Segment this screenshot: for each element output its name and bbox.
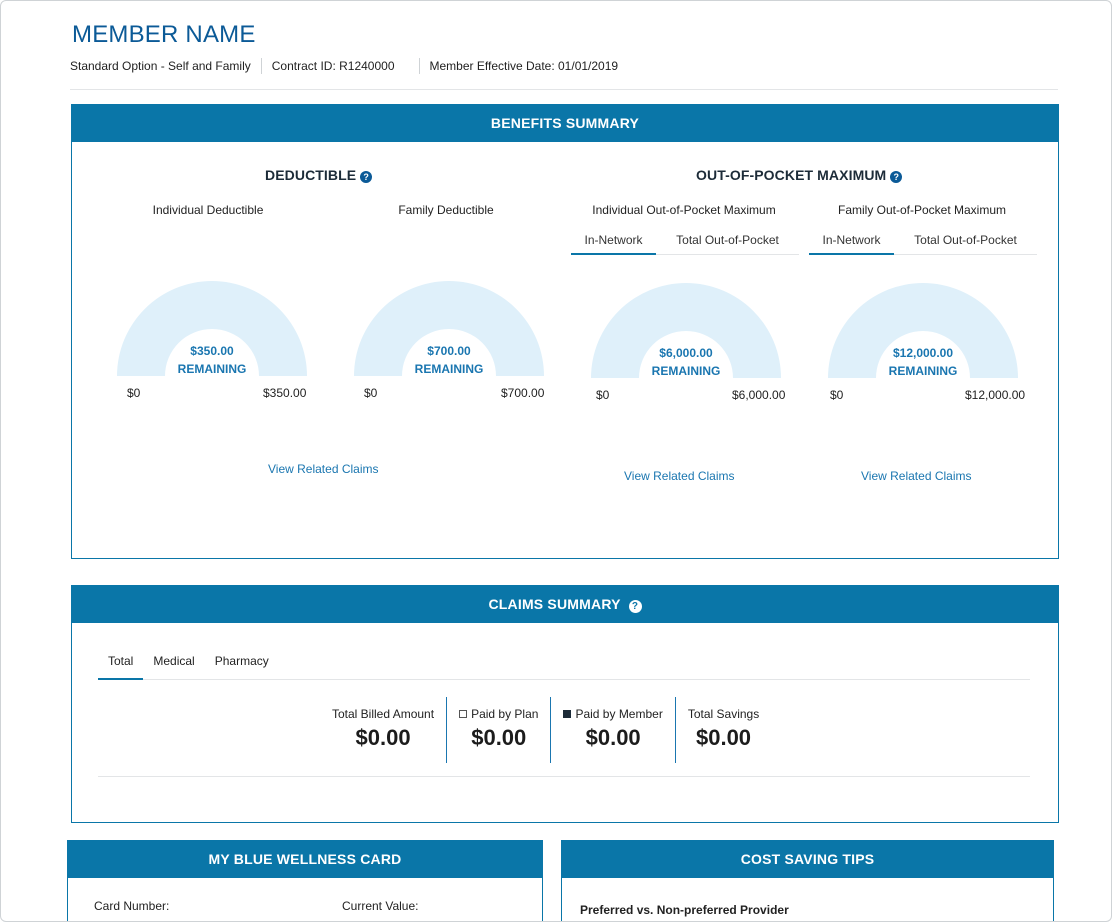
claims-summary-title: CLAIMS SUMMARY (488, 596, 621, 612)
individual-deductible-label: Individual Deductible (152, 203, 264, 217)
stat-total-savings-label: Total Savings (687, 707, 760, 721)
stat-total-billed-value: $0.00 (355, 725, 411, 750)
family-oop-amount: $12,000.00 REMAINING (828, 344, 1018, 380)
cost-saving-tips-header: COST SAVING TIPS (562, 841, 1053, 878)
tab-pharmacy[interactable]: Pharmacy (205, 648, 279, 680)
stat-paid-by-member: Paid by Member $0.00 (550, 697, 674, 763)
claims-help-icon[interactable]: ? (628, 600, 642, 613)
card-number-label: Card Number: (94, 899, 170, 913)
stat-paid-by-plan-label-row: Paid by Plan (459, 707, 538, 721)
deductible-title-text: DEDUCTIBLE (265, 167, 357, 183)
family-oop-remaining-label: REMAINING (888, 364, 958, 378)
tab-medical[interactable]: Medical (143, 648, 204, 680)
cost-saving-tips-panel: COST SAVING TIPS Preferred vs. Non-prefe… (561, 840, 1054, 921)
family-deductible-max: $700.00 (501, 386, 545, 400)
individual-deductible-max: $350.00 (263, 386, 307, 400)
stat-total-billed-label: Total Billed Amount (332, 707, 435, 721)
tab-total[interactable]: Total (98, 648, 144, 680)
benefits-summary-panel: BENEFITS SUMMARY DEDUCTIBLE ? OUT-OF-POC… (71, 104, 1059, 559)
family-oop-remaining-value: $12,000.00 (892, 346, 954, 360)
family-oop-max: $12,000.00 (965, 388, 1026, 402)
tab-individual-total-oop[interactable]: Total Out-of-Pocket (656, 227, 799, 255)
individual-oop-view-related-claims-link[interactable]: View Related Claims (624, 469, 735, 483)
stat-paid-by-plan-value: $0.00 (471, 725, 527, 750)
family-oop-view-related-claims-link[interactable]: View Related Claims (861, 469, 972, 483)
family-oop-tabs: In-Network Total Out-of-Pocket (809, 227, 1037, 255)
claims-summary-header: CLAIMS SUMMARY ? (72, 586, 1058, 623)
tab-individual-in-network[interactable]: In-Network (571, 227, 656, 255)
individual-oop-tabs: In-Network Total Out-of-Pocket (571, 227, 799, 255)
individual-deductible-min: $0 (127, 386, 141, 400)
stat-paid-by-member-label-row: Paid by Member (563, 707, 663, 721)
stat-total-billed: Total Billed Amount $0.00 (320, 697, 446, 763)
plan-option: Standard Option - Self and Family (70, 59, 251, 73)
individual-oop-min: $0 (596, 388, 610, 402)
stat-paid-by-plan: Paid by Plan $0.00 (446, 697, 550, 763)
legend-swatch-light-icon (459, 710, 468, 718)
current-value-label: Current Value: (342, 899, 419, 913)
individual-oop-max: $6,000.00 (732, 388, 786, 402)
family-deductible-remaining-label: REMAINING (414, 362, 484, 376)
stat-paid-by-plan-label: Paid by Plan (471, 707, 539, 721)
stat-paid-by-member-label: Paid by Member (575, 707, 663, 721)
family-oop-min: $0 (830, 388, 844, 402)
family-oop-label: Family Out-of-Pocket Maximum (837, 203, 1007, 217)
claims-stats: Total Billed Amount $0.00 Paid by Plan $… (320, 697, 771, 763)
effective-date: Member Effective Date: 01/01/2019 (418, 58, 629, 74)
individual-oop-remaining-value: $6,000.00 (659, 346, 713, 360)
individual-deductible-amount: $350.00 REMAINING (117, 342, 307, 378)
wellness-card-header: MY BLUE WELLNESS CARD (68, 841, 542, 878)
individual-oop-remaining-label: REMAINING (651, 364, 721, 378)
family-deductible-label: Family Deductible (398, 203, 494, 217)
individual-oop-amount: $6,000.00 REMAINING (591, 344, 781, 380)
oop-help-icon[interactable]: ? (890, 171, 903, 183)
member-name: MEMBER NAME (72, 21, 256, 48)
individual-deductible-remaining-label: REMAINING (177, 362, 247, 376)
family-deductible-amount: $700.00 REMAINING (354, 342, 544, 378)
deductible-title: DEDUCTIBLE ? (265, 167, 373, 183)
tab-family-in-network[interactable]: In-Network (809, 227, 894, 255)
claims-tabs: Total Medical Pharmacy (98, 648, 1030, 680)
stat-paid-by-member-value: $0.00 (585, 725, 641, 750)
member-meta: Standard Option - Self and Family Contra… (70, 58, 628, 74)
page-frame: MEMBER NAME Standard Option - Self and F… (0, 0, 1112, 922)
oop-title: OUT-OF-POCKET MAXIMUM ? (696, 167, 903, 183)
tab-family-total-oop[interactable]: Total Out-of-Pocket (894, 227, 1037, 255)
header-divider (70, 89, 1058, 90)
deductible-help-icon[interactable]: ? (360, 171, 373, 183)
wellness-card-panel: MY BLUE WELLNESS CARD Card Number: Curre… (67, 840, 543, 921)
individual-oop-label: Individual Out-of-Pocket Maximum (592, 203, 776, 217)
stat-total-savings-value: $0.00 (695, 725, 752, 750)
oop-title-text: OUT-OF-POCKET MAXIMUM (696, 167, 887, 183)
benefits-summary-header: BENEFITS SUMMARY (72, 105, 1058, 142)
family-deductible-min: $0 (364, 386, 378, 400)
legend-swatch-dark-icon (563, 710, 572, 718)
stat-total-savings: Total Savings $0.00 (674, 697, 771, 763)
tip-preferred-provider[interactable]: Preferred vs. Non-preferred Provider (580, 903, 789, 917)
claims-divider (98, 776, 1030, 777)
family-deductible-remaining-value: $700.00 (427, 344, 471, 358)
claims-summary-panel: CLAIMS SUMMARY ? Total Medical Pharmacy … (71, 585, 1059, 823)
deductible-view-related-claims-link[interactable]: View Related Claims (268, 462, 379, 476)
contract-id: Contract ID: R1240000 (260, 58, 405, 74)
individual-deductible-remaining-value: $350.00 (190, 344, 234, 358)
